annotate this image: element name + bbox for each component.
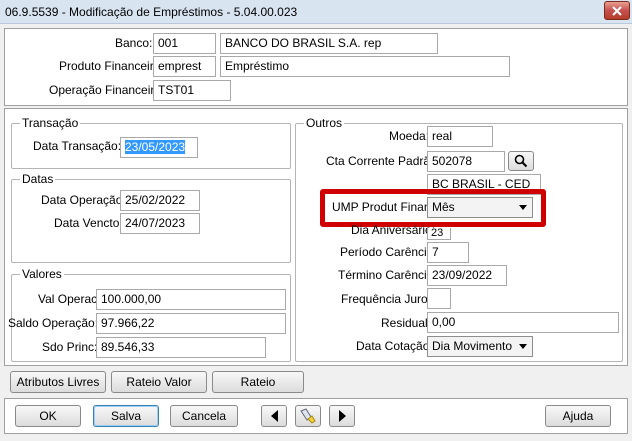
salva-button[interactable]: Salva <box>93 405 159 427</box>
produto-label: Produto Financeiro: <box>59 59 164 73</box>
val-operac-field[interactable]: 100.000,00 <box>96 289 286 310</box>
ump-produt-select[interactable]: Mês <box>427 197 533 218</box>
close-button[interactable] <box>604 1 630 20</box>
rateio-button[interactable]: Rateio <box>212 371 304 393</box>
operacao-code-field[interactable]: TST01 <box>153 80 231 101</box>
datas-legend: Datas <box>20 172 56 186</box>
transacao-legend: Transação <box>20 116 81 130</box>
banco-label: Banco: <box>115 36 153 50</box>
sdo-princ-field: 89.546,33 <box>96 337 266 358</box>
data-cotacao-label: Data Cotação: <box>356 339 433 353</box>
title-bar: 06.9.5539 - Modificação de Empréstimos -… <box>0 0 632 24</box>
outros-group: Outros Moeda: real Cta Corrente Padrão: … <box>295 116 623 362</box>
ok-button[interactable]: OK <box>15 405 81 427</box>
frequencia-juros-label: Frequência Juros: <box>341 292 438 306</box>
periodo-carencia-label: Período Carência: <box>340 245 437 259</box>
termino-carencia-label: Término Carência: <box>338 268 437 282</box>
rateio-valor-button[interactable]: Rateio Valor <box>111 371 207 393</box>
transacao-group: Transação Data Transação: 23/05/2023 <box>11 116 291 169</box>
valores-legend: Valores <box>20 267 64 281</box>
footer-panel: OK Salva Cancela Ajuda <box>4 398 628 434</box>
data-transacao-field[interactable]: 23/05/2023 <box>120 137 198 158</box>
dia-aniversario-field[interactable]: 23 <box>427 228 451 240</box>
termino-carencia-field[interactable]: 23/09/2022 <box>427 265 507 286</box>
residual-field[interactable]: 0,00 <box>427 312 619 333</box>
previous-record-button[interactable] <box>261 405 287 427</box>
data-operacao-field[interactable]: 25/02/2022 <box>120 190 200 211</box>
chevron-down-icon <box>519 344 527 349</box>
outros-legend: Outros <box>304 116 345 130</box>
operacao-label: Operação Financeira: <box>49 83 165 97</box>
moeda-field[interactable]: real <box>427 126 493 147</box>
moeda-label: Moeda: <box>389 129 430 143</box>
produto-code-field[interactable]: emprest <box>153 56 216 77</box>
data-vencto-label: Data Vencto: <box>54 216 123 230</box>
banco-code-field[interactable]: 001 <box>153 33 216 54</box>
arrow-left-icon <box>270 410 278 422</box>
main-panel: Transação Data Transação: 23/05/2023 Dat… <box>4 108 628 366</box>
ajuda-button[interactable]: Ajuda <box>545 405 611 427</box>
residual-label: Residual: <box>381 316 432 330</box>
data-transacao-value: 23/05/2023 <box>125 140 186 154</box>
cta-corrente-field[interactable]: 502078 <box>427 151 505 172</box>
sdo-princ-label: Sdo Princ: <box>42 340 98 354</box>
flashlight-icon <box>300 408 316 424</box>
search-icon <box>514 154 528 168</box>
window-title: 06.9.5539 - Modificação de Empréstimos -… <box>5 5 298 19</box>
periodo-carencia-field[interactable]: 7 <box>427 242 469 263</box>
flashlight-button[interactable] <box>295 405 321 427</box>
arrow-right-icon <box>338 410 346 422</box>
close-icon <box>612 5 622 16</box>
valores-group: Valores Val Operac: 100.000,00 Saldo Ope… <box>8 267 291 362</box>
saldo-operacao-field: 97.966,22 <box>96 313 286 334</box>
data-operacao-label: Data Operação: <box>41 193 126 207</box>
val-operac-label: Val Operac: <box>38 292 101 306</box>
ump-produt-label: UMP Produt Financ: <box>332 200 440 214</box>
cancela-button[interactable]: Cancela <box>170 405 238 427</box>
chevron-down-icon <box>519 205 527 210</box>
dia-aniversario-label: Dia Aniversário: <box>351 223 436 237</box>
banco-name-field: BANCO DO BRASIL S.A. rep <box>220 33 438 54</box>
saldo-operacao-label: Saldo Operação: <box>8 316 99 330</box>
cta-search-button[interactable] <box>508 151 534 171</box>
header-panel: Banco: 001 BANCO DO BRASIL S.A. rep Prod… <box>4 28 628 106</box>
data-vencto-field[interactable]: 24/07/2023 <box>120 213 200 234</box>
atributos-livres-button[interactable]: Atributos Livres <box>10 371 106 393</box>
data-cotacao-value: Dia Movimento <box>432 339 513 353</box>
next-record-button[interactable] <box>329 405 355 427</box>
ump-produt-value: Mês <box>432 200 455 214</box>
datas-group: Datas Data Operação: 25/02/2022 Data Ven… <box>11 172 291 263</box>
frequencia-juros-field[interactable] <box>427 288 451 309</box>
data-transacao-label: Data Transação: <box>33 139 122 153</box>
data-cotacao-select[interactable]: Dia Movimento <box>427 336 533 357</box>
produto-name-field: Empréstimo <box>220 56 510 77</box>
cta-corrente-label: Cta Corrente Padrão: <box>326 154 441 168</box>
